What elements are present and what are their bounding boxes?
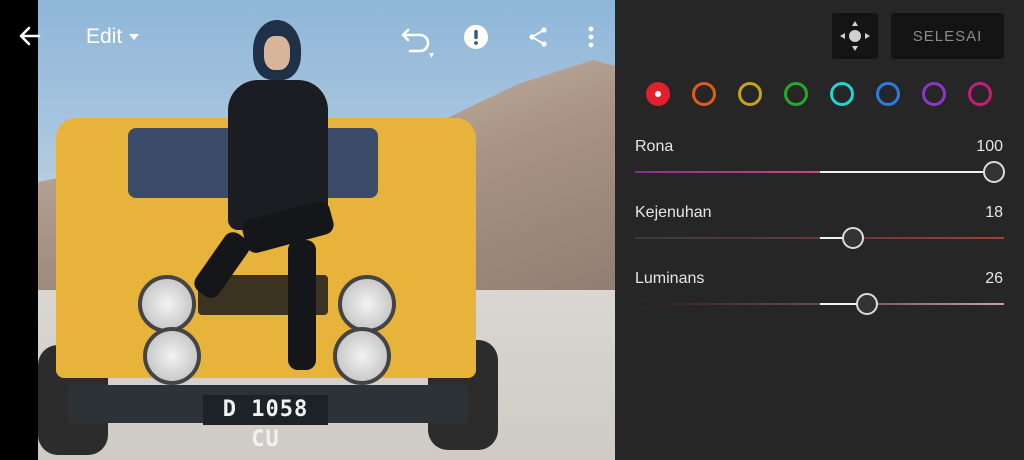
warning-button[interactable] <box>462 23 490 51</box>
more-menu-button[interactable] <box>580 23 602 51</box>
caret-down-icon <box>129 34 140 40</box>
swatch-orange[interactable] <box>692 82 716 106</box>
swatch-purple[interactable] <box>922 82 946 106</box>
share-button[interactable] <box>524 23 552 51</box>
person-leg-lower <box>288 240 316 370</box>
slider-value-rona: 100 <box>976 138 1003 155</box>
edit-mode-dropdown[interactable]: Edit <box>86 22 140 52</box>
photo-canvas[interactable]: D 1058 CU <box>38 0 615 460</box>
slider-value-luminans: 26 <box>985 270 1003 287</box>
swatch-green[interactable] <box>784 82 808 106</box>
swatch-red[interactable] <box>646 82 670 106</box>
target-adjust-icon <box>840 21 870 51</box>
slider-label-kejenuhan: Kejenuhan <box>635 204 712 221</box>
swatch-magenta[interactable] <box>968 82 992 106</box>
slider-value-kejenuhan: 18 <box>985 204 1003 221</box>
slider-label-luminans: Luminans <box>635 270 705 287</box>
foglight-left <box>143 327 201 385</box>
person <box>190 20 338 370</box>
arrow-left-icon <box>19 26 41 46</box>
headlight-right <box>338 275 396 333</box>
headlight-left <box>138 275 196 333</box>
slider-thumb-rona[interactable] <box>983 161 1005 183</box>
slider-fill <box>819 171 994 173</box>
exclamation-icon <box>464 25 488 49</box>
back-button[interactable] <box>14 20 46 52</box>
swatch-yellow[interactable] <box>738 82 762 106</box>
share-icon <box>529 27 547 47</box>
swatch-blue[interactable] <box>876 82 900 106</box>
person-face <box>264 36 290 70</box>
license-plate: D 1058 CU <box>203 395 328 452</box>
undo-icon <box>401 28 434 58</box>
foglight-right <box>333 327 391 385</box>
swatch-aqua[interactable] <box>830 82 854 106</box>
slider-label-rona: Rona <box>635 138 674 155</box>
edit-mode-label: Edit <box>86 25 123 48</box>
undo-button[interactable] <box>396 20 436 64</box>
done-button[interactable]: SELESAI <box>891 13 1004 59</box>
target-adjust-button[interactable] <box>832 13 878 59</box>
adjustment-panel <box>615 0 1024 460</box>
slider-thumb-kejenuhan[interactable] <box>841 227 864 249</box>
swatch-selected-dot <box>655 91 661 97</box>
more-vertical-icon <box>588 26 594 48</box>
